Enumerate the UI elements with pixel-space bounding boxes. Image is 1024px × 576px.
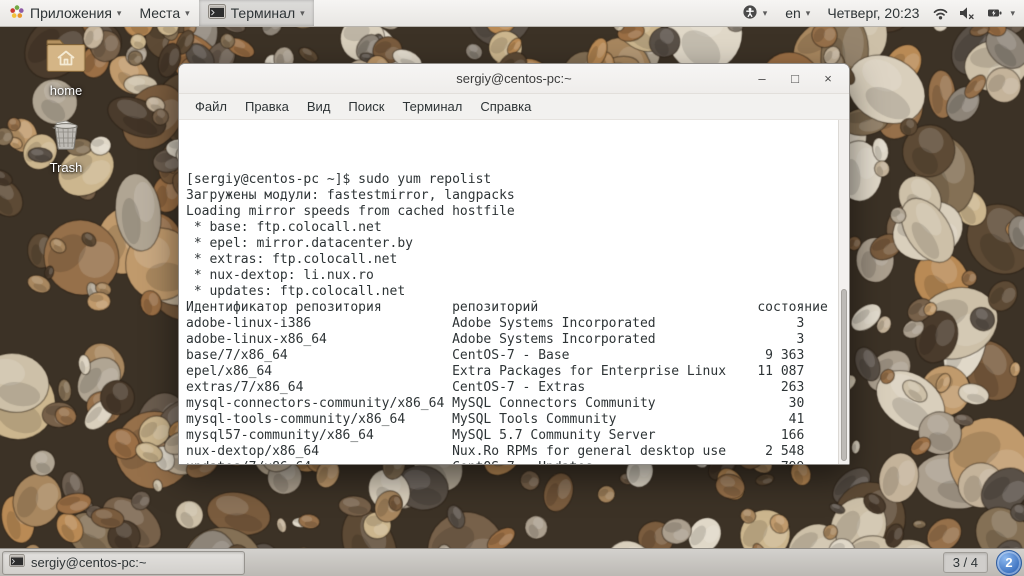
terminal-line: * extras: ftp.colocall.net bbox=[186, 252, 398, 267]
taskbar-task-terminal[interactable]: sergiy@centos-pc:~ bbox=[2, 550, 245, 575]
chevron-down-icon: ▾ bbox=[300, 7, 305, 18]
task-label: sergiy@centos-pc:~ bbox=[31, 555, 147, 570]
system-menu[interactable]: ▾ bbox=[1008, 0, 1024, 26]
close-button[interactable]: × bbox=[815, 68, 841, 90]
terminal-line: Loading mirror speeds from cached hostfi… bbox=[186, 204, 515, 219]
active-app-menu-terminal[interactable]: Терминал ▾ bbox=[198, 0, 314, 26]
terminal-line: * epel: mirror.datacenter.by bbox=[186, 236, 413, 251]
menu-view[interactable]: Вид bbox=[299, 96, 339, 117]
menu-file[interactable]: Файл bbox=[187, 96, 235, 117]
chevron-down-icon: ▾ bbox=[185, 7, 190, 18]
terminal-line: mysql57-community/x86_64 MySQL 5.7 Commu… bbox=[186, 428, 805, 443]
menu-help[interactable]: Справка bbox=[472, 96, 539, 117]
window-title: sergiy@centos-pc:~ bbox=[456, 71, 572, 86]
desktop-icon-label: Trash bbox=[49, 160, 83, 175]
language-indicator[interactable]: en ▾ bbox=[776, 0, 819, 26]
terminal-line: * updates: ftp.colocall.net bbox=[186, 284, 406, 299]
terminal-line: mysql-connectors-community/x86_64 MySQL … bbox=[186, 396, 805, 411]
window-titlebar[interactable]: sergiy@centos-pc:~ – □ × bbox=[179, 64, 849, 94]
taskbar-right: 3 / 4 2 bbox=[942, 549, 1022, 576]
applications-icon bbox=[9, 4, 25, 23]
panel-left: Приложения ▾ Места ▾ Терминал ▾ bbox=[0, 0, 314, 26]
desktop: Приложения ▾ Места ▾ Терминал ▾ ▾ en ▾ Ч… bbox=[0, 0, 1024, 576]
terminal-line: extras/7/x86_64 CentOS-7 - Extras 263 bbox=[186, 380, 805, 395]
active-app-menu-label: Терминал bbox=[230, 5, 296, 21]
terminal-line: base/7/x86_64 CentOS-7 - Base 9 363 bbox=[186, 348, 805, 363]
terminal-line: [sergiy@centos-pc ~]$ sudo yum repolist bbox=[186, 172, 492, 187]
desktop-icon-home[interactable]: home bbox=[34, 38, 98, 98]
menu-search[interactable]: Поиск bbox=[340, 96, 392, 117]
chevron-down-icon: ▾ bbox=[1010, 7, 1015, 18]
terminal-line: adobe-linux-x86_64 Adobe Systems Incorpo… bbox=[186, 332, 805, 347]
terminal-line: updates/7/x86_64 CentOS-7 - Updates 799 bbox=[186, 460, 838, 464]
accessibility-icon bbox=[742, 4, 758, 23]
applications-menu-label: Приложения bbox=[30, 5, 112, 21]
terminal-scrollbar[interactable] bbox=[838, 120, 849, 464]
workspace-pager[interactable]: 3 / 4 bbox=[942, 552, 988, 573]
top-panel: Приложения ▾ Места ▾ Терминал ▾ ▾ en ▾ Ч… bbox=[0, 0, 1024, 27]
places-menu-label: Места bbox=[139, 5, 181, 21]
menu-terminal[interactable]: Терминал bbox=[394, 96, 470, 117]
trash-icon bbox=[46, 120, 86, 156]
terminal-icon bbox=[9, 553, 25, 572]
terminal-line: * base: ftp.colocall.net bbox=[186, 220, 382, 235]
menu-edit[interactable]: Правка bbox=[237, 96, 297, 117]
chevron-down-icon: ▾ bbox=[805, 7, 811, 18]
chevron-down-icon: ▾ bbox=[762, 7, 768, 18]
wifi-icon[interactable] bbox=[927, 0, 954, 26]
panel-right: ▾ en ▾ Четверг, 20:23 ▾ bbox=[733, 0, 1024, 26]
terminal-icon bbox=[207, 4, 226, 22]
battery-charging-icon[interactable] bbox=[981, 0, 1008, 26]
accessibility-menu[interactable]: ▾ bbox=[733, 0, 777, 26]
terminal-line: nux-dextop/x86_64 Nux.Ro RPMs for genera… bbox=[186, 444, 805, 459]
applications-menu[interactable]: Приложения ▾ bbox=[0, 0, 130, 26]
language-label: en bbox=[785, 5, 801, 21]
terminal-line: adobe-linux-i386 Adobe Systems Incorpora… bbox=[186, 316, 805, 331]
maximize-button[interactable]: □ bbox=[782, 68, 808, 90]
scrollbar-thumb[interactable] bbox=[841, 288, 847, 461]
terminal-window: sergiy@centos-pc:~ – □ × Файл Правка Вид… bbox=[178, 63, 850, 465]
terminal-line: mysql-tools-community/x86_64 MySQL Tools… bbox=[186, 412, 805, 427]
volume-muted-icon[interactable] bbox=[954, 0, 981, 26]
clock[interactable]: Четверг, 20:23 bbox=[819, 5, 927, 21]
desktop-icon-trash[interactable]: Trash bbox=[34, 112, 98, 175]
terminal-line: Загружены модули: fastestmirror, langpac… bbox=[186, 188, 515, 203]
taskbar: sergiy@centos-pc:~ 3 / 4 2 bbox=[0, 548, 1024, 576]
terminal-body[interactable]: [sergiy@centos-pc ~]$ sudo yum repolist З… bbox=[179, 120, 849, 464]
terminal-line: epel/x86_64 Extra Packages for Enterpris… bbox=[186, 364, 805, 379]
places-menu[interactable]: Места ▾ bbox=[130, 0, 198, 26]
terminal-line: Идентификатор репозитория репозиторий со… bbox=[186, 300, 828, 315]
terminal-output: [sergiy@centos-pc ~]$ sudo yum repolist З… bbox=[179, 120, 838, 464]
notification-badge[interactable]: 2 bbox=[996, 549, 1022, 576]
window-controls: – □ × bbox=[742, 64, 841, 93]
minimize-button[interactable]: – bbox=[749, 68, 775, 90]
chevron-down-icon: ▾ bbox=[116, 7, 122, 18]
home-folder-icon bbox=[44, 39, 88, 79]
window-menubar: Файл Правка Вид Поиск Терминал Справка bbox=[179, 94, 849, 120]
terminal-line: * nux-dextop: li.nux.ro bbox=[186, 268, 374, 283]
desktop-icon-label: home bbox=[49, 83, 83, 98]
